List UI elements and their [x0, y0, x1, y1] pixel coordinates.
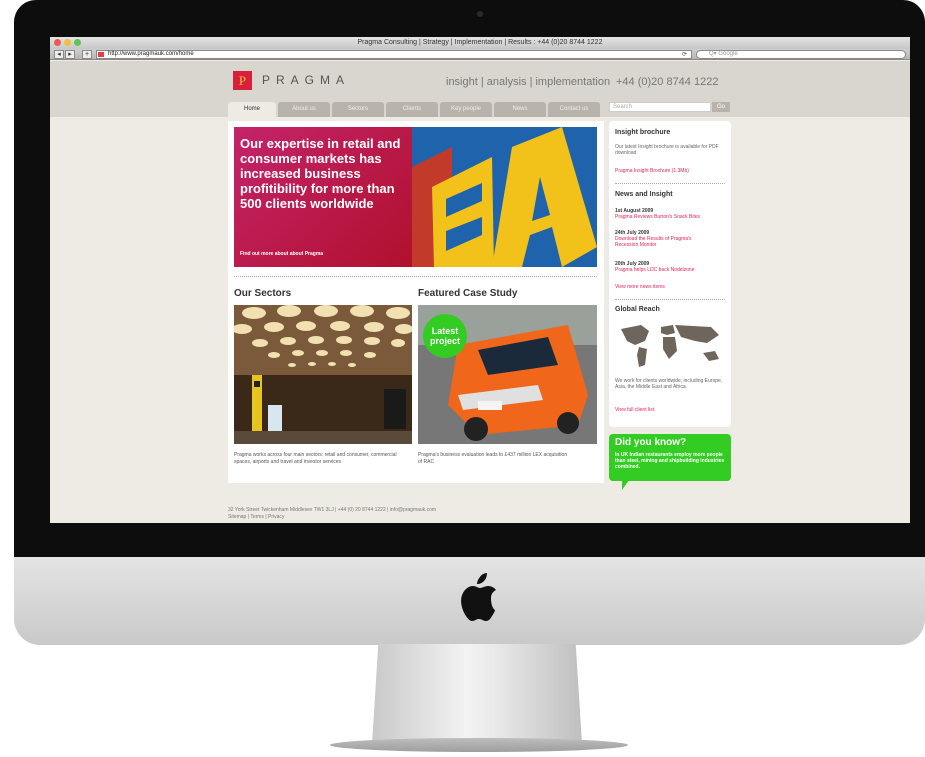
hero-headline: Our expertise in retail and consumer mar…	[240, 136, 401, 211]
client-list-link[interactable]: View full client list	[615, 407, 727, 413]
case-study-title: Featured Case Study	[418, 288, 518, 299]
did-you-know-box: Did you know? In UK Indian restaurants e…	[609, 434, 731, 481]
brochure-text: Our latest Insight brochure is available…	[615, 144, 719, 156]
site-brand[interactable]: PRAGMA	[262, 73, 350, 87]
news-link[interactable]: Pragma helps LDC back Nodelzone	[615, 267, 727, 273]
tab-key-people[interactable]: Key people	[440, 102, 492, 117]
ikea-letters-image	[412, 127, 597, 267]
sectors-title: Our Sectors	[234, 288, 292, 299]
monitor-stand	[372, 644, 582, 744]
monitor-base	[330, 738, 628, 752]
site-logo[interactable]: P	[233, 71, 252, 90]
sectors-caption: Pragma works across four main sectors: r…	[234, 452, 397, 465]
latest-project-badge: Latest project	[423, 314, 467, 358]
tab-clients[interactable]: Clients	[386, 102, 438, 117]
section-divider	[234, 276, 597, 277]
site-tagline: insight | analysis | implementation	[446, 76, 611, 88]
more-news-link[interactable]: View more news items	[615, 284, 727, 290]
footer-links[interactable]: Sitemap | Terms | Privacy	[228, 514, 436, 521]
case-study-caption: Pragma's business evaluation leads to £4…	[418, 452, 568, 465]
sidebar-divider	[615, 183, 725, 184]
tab-about[interactable]: About us	[278, 102, 330, 117]
did-you-know-title: Did you know?	[615, 437, 687, 448]
reach-text: We work for clients worldwide, including…	[615, 378, 723, 390]
footer-address: 32 York Street Twickenham Middlesex TW1 …	[228, 507, 437, 513]
site-search-button[interactable]: Go	[712, 102, 730, 112]
brochure-link[interactable]: Pragma Insight Brochure (1.3Mb)	[615, 168, 727, 174]
airport-ceiling-image	[234, 305, 412, 444]
news-link[interactable]: Download the Results of Pragma's Recessi…	[615, 236, 715, 248]
site-search-input[interactable]: Search	[609, 102, 711, 112]
sectors-image[interactable]	[234, 305, 412, 444]
hero-image	[412, 127, 597, 267]
sidebar-divider	[615, 299, 725, 300]
news-title: News and Insight	[615, 191, 673, 198]
apple-logo-icon	[461, 573, 496, 621]
hero-link[interactable]: Find out more about about Pragma	[240, 251, 323, 257]
hero-banner[interactable]: Our expertise in retail and consumer mar…	[234, 127, 597, 267]
camera-dot	[477, 11, 483, 17]
site-layer: P PRAGMA insight | analysis | implementa…	[50, 37, 910, 523]
speech-tail	[622, 480, 629, 490]
tab-news[interactable]: News	[494, 102, 546, 117]
tab-home[interactable]: Home	[228, 102, 276, 117]
tab-contact[interactable]: Contact us	[548, 102, 600, 117]
did-you-know-text: In UK Indian restaurants employ more peo…	[615, 452, 725, 470]
reach-title: Global Reach	[615, 306, 660, 313]
news-link[interactable]: Pragma Reviews Burton's Snack Bites	[615, 214, 727, 220]
imac-mockup: Pragma Consulting | Strategy | Implement…	[0, 0, 925, 757]
main-nav: Home About us Sectors Clients Key people…	[228, 102, 602, 117]
site-phone: +44 (0)20 8744 1222	[616, 76, 719, 88]
site-footer: 32 York Street Twickenham Middlesex TW1 …	[228, 507, 436, 521]
tab-sectors[interactable]: Sectors	[332, 102, 384, 117]
world-map-icon	[621, 325, 719, 367]
brochure-title: Insight brochure	[615, 129, 671, 136]
